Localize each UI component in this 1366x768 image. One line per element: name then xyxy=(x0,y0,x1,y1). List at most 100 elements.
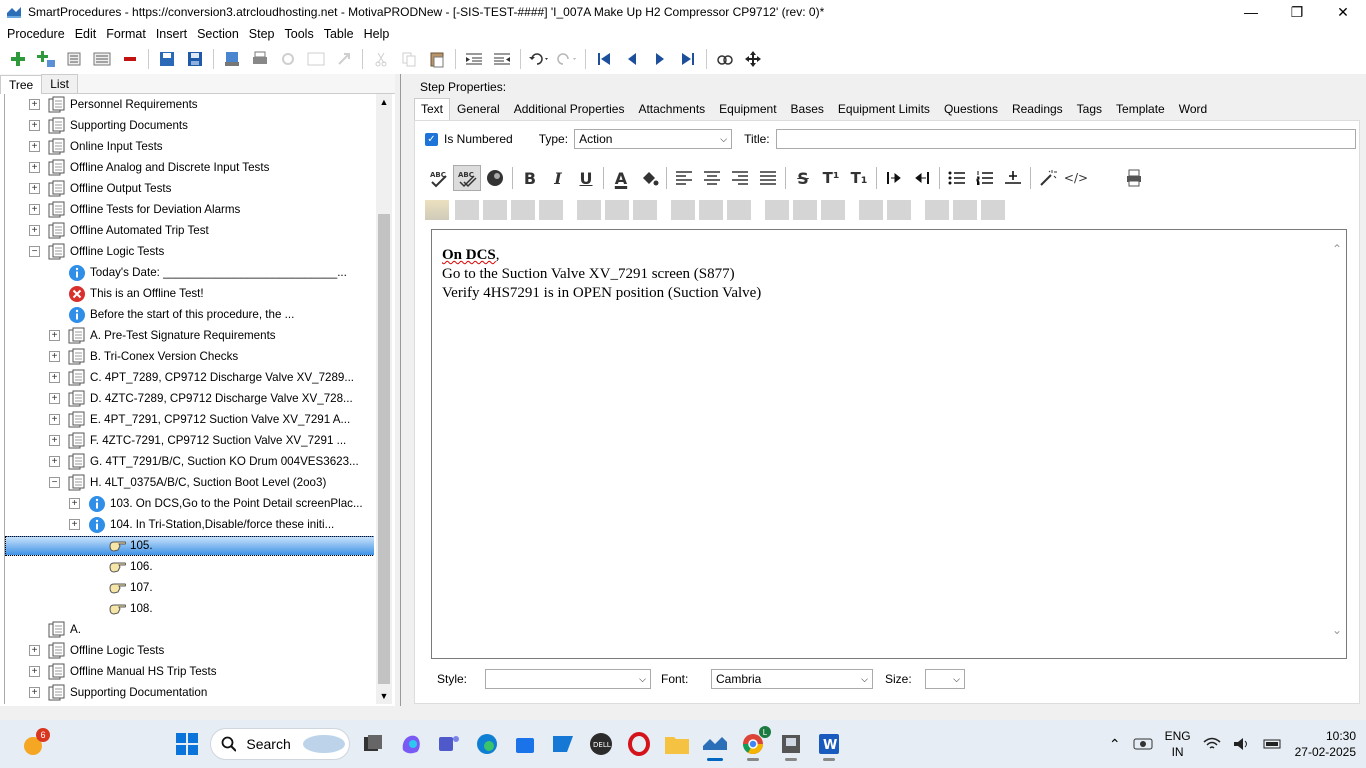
tab-bases[interactable]: Bases xyxy=(784,98,831,120)
tree-node[interactable]: A. xyxy=(29,619,81,640)
tab-text[interactable]: Text xyxy=(414,98,451,120)
start-icon[interactable] xyxy=(169,726,205,762)
task-view-icon[interactable] xyxy=(355,726,391,762)
expand-icon[interactable]: + xyxy=(69,519,80,530)
window-icon[interactable] xyxy=(302,46,330,72)
paste-icon[interactable] xyxy=(423,46,451,72)
tree-node[interactable]: + E. 4PT_7291, CP9712 Suction Valve XV_72… xyxy=(49,409,350,430)
volume-icon[interactable] xyxy=(1233,737,1251,751)
sphere-icon[interactable] xyxy=(481,165,509,191)
cut-icon[interactable] xyxy=(367,46,395,72)
table-tool-icon[interactable] xyxy=(793,200,817,220)
smartprocedures-taskbar-icon[interactable] xyxy=(697,726,733,762)
tree-node[interactable]: + Offline Analog and Discrete Input Tests xyxy=(29,157,269,178)
scroll-thumb[interactable] xyxy=(378,214,390,684)
table-tool-icon[interactable] xyxy=(727,200,751,220)
menu-help[interactable]: Help xyxy=(359,27,395,41)
table-tool-icon[interactable] xyxy=(605,200,629,220)
bold-icon[interactable]: B xyxy=(516,165,544,191)
table-tool-icon[interactable] xyxy=(483,200,507,220)
next-icon[interactable] xyxy=(646,46,674,72)
tree-node[interactable]: 105. xyxy=(89,535,153,556)
font-color-icon[interactable]: A xyxy=(607,165,635,191)
tab-equipment-limits[interactable]: Equipment Limits xyxy=(831,98,937,120)
menu-section[interactable]: Section xyxy=(192,27,244,41)
tab-questions[interactable]: Questions xyxy=(937,98,1005,120)
table-tool-icon[interactable] xyxy=(981,200,1005,220)
print-icon[interactable] xyxy=(246,46,274,72)
tree-node[interactable]: +104. In Tri-Station,Disable/force these… xyxy=(69,514,334,535)
size-select[interactable]: ⌵ xyxy=(925,669,965,689)
tree-node[interactable]: 107. xyxy=(89,577,153,598)
tab-list[interactable]: List xyxy=(41,74,78,93)
tree-node[interactable]: 106. xyxy=(89,556,153,577)
move-icon[interactable] xyxy=(739,46,767,72)
tree-node[interactable]: Today's Date: __________________________… xyxy=(49,262,347,283)
table-tool-icon[interactable] xyxy=(953,200,977,220)
expand-icon[interactable]: + xyxy=(29,204,40,215)
remote-desktop-icon[interactable] xyxy=(545,726,581,762)
word-icon[interactable]: W xyxy=(811,726,847,762)
tree-node[interactable]: + C. 4PT_7289, CP9712 Discharge Valve XV_… xyxy=(49,367,354,388)
opera-icon[interactable] xyxy=(621,726,657,762)
tree-node[interactable]: − H. 4LT_0375A/B/C, Suction Boot Level (2… xyxy=(49,472,326,493)
indent-left-icon[interactable] xyxy=(460,46,488,72)
add-child-icon[interactable] xyxy=(32,46,60,72)
expand-icon[interactable]: + xyxy=(29,666,40,677)
tab-attachments[interactable]: Attachments xyxy=(631,98,712,120)
tree-node[interactable]: + Supporting Documents xyxy=(29,115,188,136)
expand-icon[interactable]: + xyxy=(29,99,40,110)
edge-icon[interactable] xyxy=(469,726,505,762)
tree-node[interactable]: Before the start of this procedure, the … xyxy=(49,304,294,325)
maximize-icon[interactable]: ❐ xyxy=(1274,0,1320,24)
first-icon[interactable] xyxy=(590,46,618,72)
tree-node[interactable]: + G. 4TT_7291/B/C, Suction KO Drum 004VES… xyxy=(49,451,359,472)
tab-word[interactable]: Word xyxy=(1172,98,1214,120)
title-input[interactable] xyxy=(775,129,1356,149)
previous-icon[interactable] xyxy=(618,46,646,72)
redo-icon[interactable] xyxy=(553,46,581,72)
is-numbered-checkbox[interactable]: ✓ xyxy=(425,132,438,146)
italic-icon[interactable]: I xyxy=(544,165,572,191)
chevron-up-icon[interactable]: ⌃ xyxy=(1109,736,1121,753)
chevron-down-icon[interactable]: ⌄ xyxy=(1332,621,1342,640)
menu-step[interactable]: Step xyxy=(244,27,280,41)
step-text-editor[interactable]: On DCS, Go to the Suction Valve XV_7291 … xyxy=(431,229,1347,659)
tab-template[interactable]: Template xyxy=(1109,98,1172,120)
indent-icon[interactable] xyxy=(880,165,908,191)
table-tool-icon[interactable] xyxy=(887,200,911,220)
menu-tools[interactable]: Tools xyxy=(280,27,319,41)
teams-icon[interactable] xyxy=(431,726,467,762)
copy-icon[interactable] xyxy=(395,46,423,72)
fill-color-icon[interactable] xyxy=(635,165,663,191)
undo-icon[interactable] xyxy=(525,46,553,72)
table-tool-icon[interactable] xyxy=(699,200,723,220)
table-tool-icon[interactable] xyxy=(765,200,789,220)
expand-icon[interactable]: + xyxy=(29,162,40,173)
find-icon[interactable] xyxy=(711,46,739,72)
outdent-icon[interactable] xyxy=(908,165,936,191)
expand-icon[interactable]: + xyxy=(49,393,60,404)
tree-node[interactable]: + Online Input Tests xyxy=(29,136,163,157)
tree-node[interactable]: + D. 4ZTC-7289, CP9712 Discharge Valve XV… xyxy=(49,388,353,409)
spellcheck-icon[interactable]: ABC xyxy=(425,165,453,191)
align-center-icon[interactable] xyxy=(698,165,726,191)
battery-icon[interactable] xyxy=(1263,738,1283,750)
table-tool-icon[interactable] xyxy=(671,200,695,220)
close-icon[interactable]: ✕ xyxy=(1320,0,1366,24)
align-right-icon[interactable] xyxy=(726,165,754,191)
table-tool-icon[interactable] xyxy=(633,200,657,220)
tree-node[interactable]: + Offline Manual HS Trip Tests xyxy=(29,661,217,682)
expand-icon[interactable]: + xyxy=(49,372,60,383)
save-copy-icon[interactable] xyxy=(153,46,181,72)
menu-insert[interactable]: Insert xyxy=(151,27,192,41)
indent-right-icon[interactable] xyxy=(488,46,516,72)
type-select[interactable]: Action ⌵ xyxy=(574,129,733,149)
expand-icon[interactable]: + xyxy=(29,141,40,152)
table-tool-icon[interactable] xyxy=(577,200,601,220)
list-icon[interactable] xyxy=(60,46,88,72)
tree-node[interactable]: − Offline Logic Tests xyxy=(29,241,164,262)
expand-icon[interactable]: + xyxy=(69,498,80,509)
tab-additional-properties[interactable]: Additional Properties xyxy=(507,98,632,120)
tree-node[interactable]: 108. xyxy=(89,598,153,619)
